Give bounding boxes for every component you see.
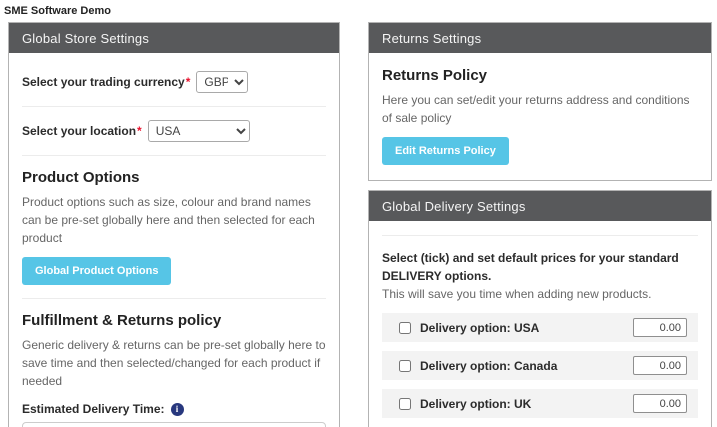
product-options-heading: Product Options	[22, 169, 326, 186]
returns-settings-header: Returns Settings	[369, 23, 711, 53]
delivery-option-row: Delivery option: Canada	[382, 351, 698, 380]
returns-settings-panel: Returns Settings Returns Policy Here you…	[368, 22, 712, 181]
global-store-settings-header: Global Store Settings	[9, 23, 339, 53]
delivery-option-checkbox[interactable]	[399, 398, 411, 410]
location-select[interactable]: USA	[148, 120, 250, 142]
delivery-instruction-sub: This will save you time when adding new …	[382, 287, 698, 301]
global-delivery-settings-panel: Global Delivery Settings Select (tick) a…	[368, 190, 712, 427]
divider	[382, 235, 698, 236]
delivery-price-input[interactable]	[633, 356, 687, 375]
page-title: SME Software Demo	[4, 5, 111, 17]
returns-policy-description: Here you can set/edit your returns addre…	[382, 91, 698, 127]
divider	[22, 298, 326, 299]
estimated-delivery-time-label: Estimated Delivery Time:	[22, 402, 165, 416]
edit-returns-policy-button[interactable]: Edit Returns Policy	[382, 137, 509, 165]
delivery-option-row: Delivery option: USA	[382, 313, 698, 342]
delivery-price-input[interactable]	[633, 394, 687, 413]
location-label: Select your location	[22, 124, 136, 138]
delivery-option-label: Delivery option: UK	[420, 397, 531, 411]
returns-policy-heading: Returns Policy	[382, 67, 698, 84]
delivery-instruction: Select (tick) and set default prices for…	[382, 249, 698, 285]
delivery-price-input[interactable]	[633, 318, 687, 337]
global-product-options-button[interactable]: Global Product Options	[22, 257, 171, 285]
trading-currency-label: Select your trading currency	[22, 75, 185, 89]
delivery-option-checkbox[interactable]	[399, 360, 411, 372]
delivery-option-checkbox[interactable]	[399, 322, 411, 334]
delivery-option-row: Delivery option: UK	[382, 389, 698, 418]
divider	[22, 106, 326, 107]
divider	[22, 155, 326, 156]
fulfillment-returns-heading: Fulfillment & Returns policy	[22, 312, 326, 329]
delivery-option-label: Delivery option: Canada	[420, 359, 557, 373]
product-options-description: Product options such as size, colour and…	[22, 193, 326, 247]
fulfillment-returns-description: Generic delivery & returns can be pre-se…	[22, 336, 326, 390]
required-asterisk: *	[137, 124, 142, 138]
trading-currency-select[interactable]: GBP	[196, 71, 248, 93]
global-delivery-settings-header: Global Delivery Settings	[369, 191, 711, 221]
info-icon[interactable]: i	[171, 403, 184, 416]
required-asterisk: *	[186, 75, 191, 89]
delivery-option-label: Delivery option: USA	[420, 321, 539, 335]
estimated-delivery-time-input[interactable]	[22, 422, 326, 427]
global-store-settings-panel: Global Store Settings Select your tradin…	[8, 22, 340, 427]
